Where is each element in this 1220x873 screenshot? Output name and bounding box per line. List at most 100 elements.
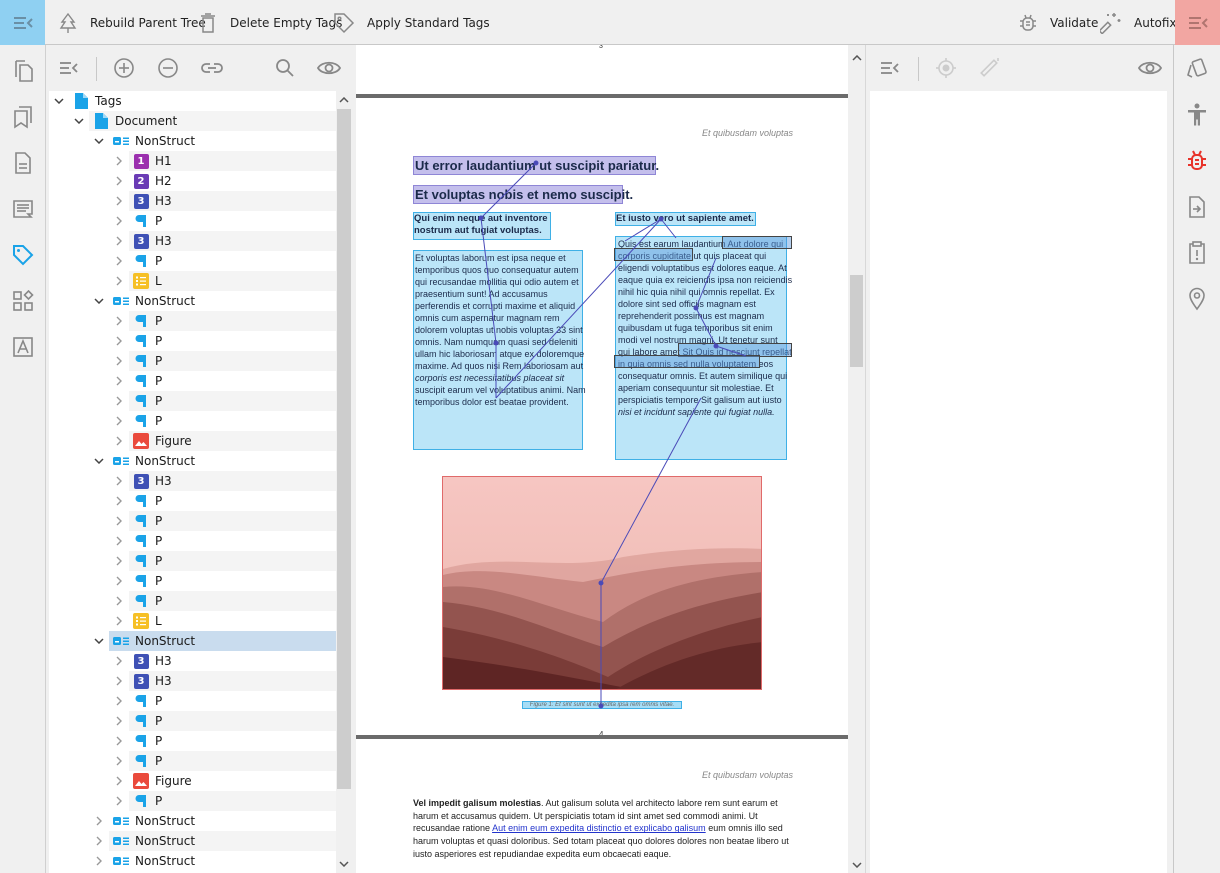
delete-empty-tags-button[interactable]: Delete Empty Tags bbox=[200, 0, 342, 45]
tree-item-p[interactable]: P bbox=[49, 511, 336, 531]
export-button[interactable] bbox=[1174, 184, 1220, 230]
expand-toggle[interactable] bbox=[113, 551, 125, 571]
bookmarks-button[interactable] bbox=[0, 94, 46, 140]
heading-h3-col2[interactable]: Et iusto vero ut sapiente amet. bbox=[615, 212, 756, 226]
tree-item-p[interactable]: P bbox=[49, 311, 336, 331]
expand-toggle[interactable] bbox=[113, 471, 125, 491]
tree-item-p[interactable]: P bbox=[49, 791, 336, 811]
scroll-down-button[interactable] bbox=[336, 856, 352, 872]
tree-item-p[interactable]: P bbox=[49, 411, 336, 431]
tree-scrollbar-thumb[interactable] bbox=[337, 109, 351, 789]
scroll-up-button[interactable] bbox=[848, 49, 865, 66]
remove-tag-button[interactable] bbox=[156, 56, 180, 80]
validate-button[interactable]: Validate bbox=[1018, 0, 1098, 45]
fonts-button[interactable] bbox=[0, 324, 46, 370]
tree-item-document[interactable]: Document bbox=[49, 111, 336, 131]
tree-item-figure[interactable]: Figure bbox=[49, 431, 336, 451]
tree-item-p[interactable]: P bbox=[49, 711, 336, 731]
scroll-down-button[interactable] bbox=[848, 856, 865, 873]
tree-item-h3[interactable]: 3 H3 bbox=[49, 651, 336, 671]
expand-toggle[interactable] bbox=[73, 111, 85, 131]
tags-button[interactable] bbox=[0, 232, 46, 278]
expand-toggle[interactable] bbox=[93, 631, 105, 651]
tree-item-p[interactable]: P bbox=[49, 491, 336, 511]
expand-toggle[interactable] bbox=[93, 811, 105, 831]
heading-h3-col1[interactable]: Qui enim neque aut inventore nostrum aut… bbox=[413, 212, 551, 240]
tree-item-p[interactable]: P bbox=[49, 731, 336, 751]
pages-button[interactable] bbox=[0, 48, 46, 94]
expand-toggle[interactable] bbox=[113, 191, 125, 211]
tree-item-p[interactable]: P bbox=[49, 751, 336, 771]
document-scrollbar[interactable] bbox=[848, 45, 865, 873]
document-scrollbar-thumb[interactable] bbox=[850, 275, 863, 367]
tree-item-nonstruct[interactable]: NonStruct bbox=[49, 131, 336, 151]
left-panel-toggle-button[interactable] bbox=[0, 0, 45, 45]
tree-item-p[interactable]: P bbox=[49, 351, 336, 371]
expand-toggle[interactable] bbox=[113, 371, 125, 391]
expand-toggle[interactable] bbox=[113, 491, 125, 511]
tree-item-p[interactable]: P bbox=[49, 251, 336, 271]
expand-toggle[interactable] bbox=[93, 451, 105, 471]
figure-image[interactable] bbox=[442, 476, 762, 690]
comments-button[interactable] bbox=[0, 186, 46, 232]
expand-toggle[interactable] bbox=[113, 791, 125, 811]
expand-toggle[interactable] bbox=[113, 571, 125, 591]
expand-toggle[interactable] bbox=[113, 771, 125, 791]
search-button[interactable] bbox=[273, 56, 297, 80]
tree-item-nonstruct[interactable]: NonStruct bbox=[49, 631, 336, 651]
tree-item-p[interactable]: P bbox=[49, 571, 336, 591]
scroll-up-button[interactable] bbox=[336, 92, 352, 108]
validation-button[interactable] bbox=[1174, 138, 1220, 184]
tree-item-p[interactable]: P bbox=[49, 371, 336, 391]
expand-toggle[interactable] bbox=[113, 231, 125, 251]
expand-toggle[interactable] bbox=[113, 271, 125, 291]
tree-item-p[interactable]: P bbox=[49, 551, 336, 571]
expand-toggle[interactable] bbox=[93, 131, 105, 151]
expand-toggle[interactable] bbox=[113, 591, 125, 611]
expand-toggle[interactable] bbox=[113, 711, 125, 731]
visibility-button[interactable] bbox=[1138, 56, 1162, 80]
tree-item-nonstruct[interactable]: NonStruct bbox=[49, 851, 336, 871]
apply-standard-tags-button[interactable]: Apply Standard Tags bbox=[333, 0, 490, 45]
document-viewer[interactable]: 3 Et quibusdam voluptas Ut error laudant… bbox=[356, 45, 848, 873]
tree-item-h3[interactable]: 3 H3 bbox=[49, 471, 336, 491]
expand-toggle[interactable] bbox=[93, 831, 105, 851]
collapse-panel-button[interactable] bbox=[878, 56, 902, 80]
tree-item-h2[interactable]: 2 H2 bbox=[49, 171, 336, 191]
paragraph-col1[interactable]: Et voluptas laborum est ipsa neque et tem… bbox=[413, 250, 586, 450]
tree-item-h3[interactable]: 3 H3 bbox=[49, 191, 336, 211]
locate-button[interactable] bbox=[934, 56, 958, 80]
tree-item-p[interactable]: P bbox=[49, 591, 336, 611]
collapse-all-button[interactable] bbox=[57, 56, 81, 80]
tree-item-p[interactable]: P bbox=[49, 691, 336, 711]
expand-toggle[interactable] bbox=[93, 291, 105, 311]
expand-toggle[interactable] bbox=[113, 251, 125, 271]
tree-item-h3[interactable]: 3 H3 bbox=[49, 231, 336, 251]
cards-button[interactable] bbox=[1174, 46, 1220, 92]
expand-toggle[interactable] bbox=[113, 431, 125, 451]
expand-toggle[interactable] bbox=[113, 511, 125, 531]
tree-item-root[interactable]: Tags bbox=[49, 91, 336, 111]
autofix-button[interactable]: Autofix bbox=[1100, 0, 1177, 45]
tree-item-nonstruct[interactable]: NonStruct bbox=[49, 811, 336, 831]
link-annotation[interactable] bbox=[614, 355, 760, 368]
tree-item-nonstruct[interactable]: NonStruct bbox=[49, 451, 336, 471]
accessibility-button[interactable] bbox=[1174, 92, 1220, 138]
expand-toggle[interactable] bbox=[93, 851, 105, 871]
expand-toggle[interactable] bbox=[113, 651, 125, 671]
tree-item-p[interactable]: P bbox=[49, 391, 336, 411]
report-button[interactable] bbox=[1174, 230, 1220, 276]
tree-item-figure[interactable]: Figure bbox=[49, 771, 336, 791]
expand-toggle[interactable] bbox=[113, 331, 125, 351]
tag-tree[interactable]: Tags Document NonStruct 1 H1 2 H2 3 H3 P 3 H3 P L NonS… bbox=[49, 91, 336, 873]
expand-toggle[interactable] bbox=[113, 611, 125, 631]
heading-h1[interactable]: Ut error laudantium ut suscipit pariatur… bbox=[413, 156, 659, 175]
tree-item-p[interactable]: P bbox=[49, 531, 336, 551]
expand-toggle[interactable] bbox=[113, 731, 125, 751]
tree-item-l[interactable]: L bbox=[49, 611, 336, 631]
document-link[interactable]: Aut enim eum expedita distinctio et expl… bbox=[492, 823, 706, 833]
heading-h2[interactable]: Et voluptas nobis et nemo suscipit. bbox=[413, 185, 633, 204]
right-panel-toggle-button[interactable] bbox=[1175, 0, 1220, 45]
expand-toggle[interactable] bbox=[113, 411, 125, 431]
expand-toggle[interactable] bbox=[113, 171, 125, 191]
